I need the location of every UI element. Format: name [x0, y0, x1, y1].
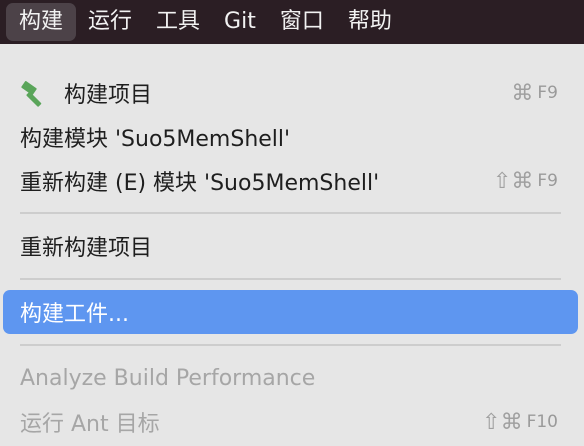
menubar-tools[interactable]: 工具 — [144, 0, 212, 44]
menu-item-rebuild-module[interactable]: 重新构建 (E) 模块 'Suo5MemShell' ⇧⌘ F9 — [0, 161, 584, 201]
menu-item-run-ant-target: 运行 Ant 目标 ⇧⌘ F10 — [0, 402, 584, 442]
menu-item-label: 重新构建 (E) 模块 'Suo5MemShell' — [20, 171, 380, 196]
menu-item-analyze-build-performance: Analyze Build Performance — [0, 358, 584, 398]
menu-item-label: 构建项目 — [64, 83, 153, 108]
menu-item-label: Analyze Build Performance — [20, 365, 316, 391]
menubar-git[interactable]: Git — [212, 0, 268, 44]
menu-item-rebuild-project[interactable]: 重新构建项目 — [0, 226, 584, 266]
hammer-icon — [21, 81, 42, 107]
shortcut: ⇧⌘ F10 — [482, 410, 558, 435]
menu-item-label: 构建模块 'Suo5MemShell' — [20, 127, 291, 152]
shortcut-key: F9 — [537, 171, 558, 191]
shift-command-key-icon: ⇧⌘ — [482, 409, 523, 435]
shift-command-key-icon: ⇧⌘ — [492, 168, 534, 194]
shortcut-key: F10 — [526, 412, 558, 432]
menubar-help[interactable]: 帮助 — [336, 0, 404, 44]
menu-item-label: 重新构建项目 — [20, 236, 153, 261]
menu-item-build-artifacts[interactable]: 构建工件... — [0, 292, 584, 332]
menu-separator — [20, 344, 561, 346]
menu-item-label: 构建工件... — [20, 302, 129, 327]
build-dropdown-menu: 构建项目 ⌘ F9 构建模块 'Suo5MemShell' 重新构建 (E) 模… — [0, 60, 584, 446]
menu-item-build-project[interactable]: 构建项目 ⌘ F9 — [0, 73, 584, 113]
menubar-window[interactable]: 窗口 — [268, 0, 336, 44]
menu-separator — [20, 212, 561, 214]
menu-item-label: 运行 Ant 目标 — [20, 412, 160, 437]
menu-separator — [20, 278, 561, 280]
menubar-run[interactable]: 运行 — [76, 0, 144, 44]
menu-item-build-module[interactable]: 构建模块 'Suo5MemShell' — [0, 117, 584, 157]
command-key-icon: ⌘ — [511, 80, 534, 106]
shortcut-key: F9 — [537, 83, 558, 103]
menu-bar: 构建 运行 工具 Git 窗口 帮助 — [0, 0, 584, 44]
shortcut: ⌘ F9 — [511, 81, 558, 106]
shortcut: ⇧⌘ F9 — [493, 169, 558, 194]
menubar-build[interactable]: 构建 — [6, 3, 77, 41]
